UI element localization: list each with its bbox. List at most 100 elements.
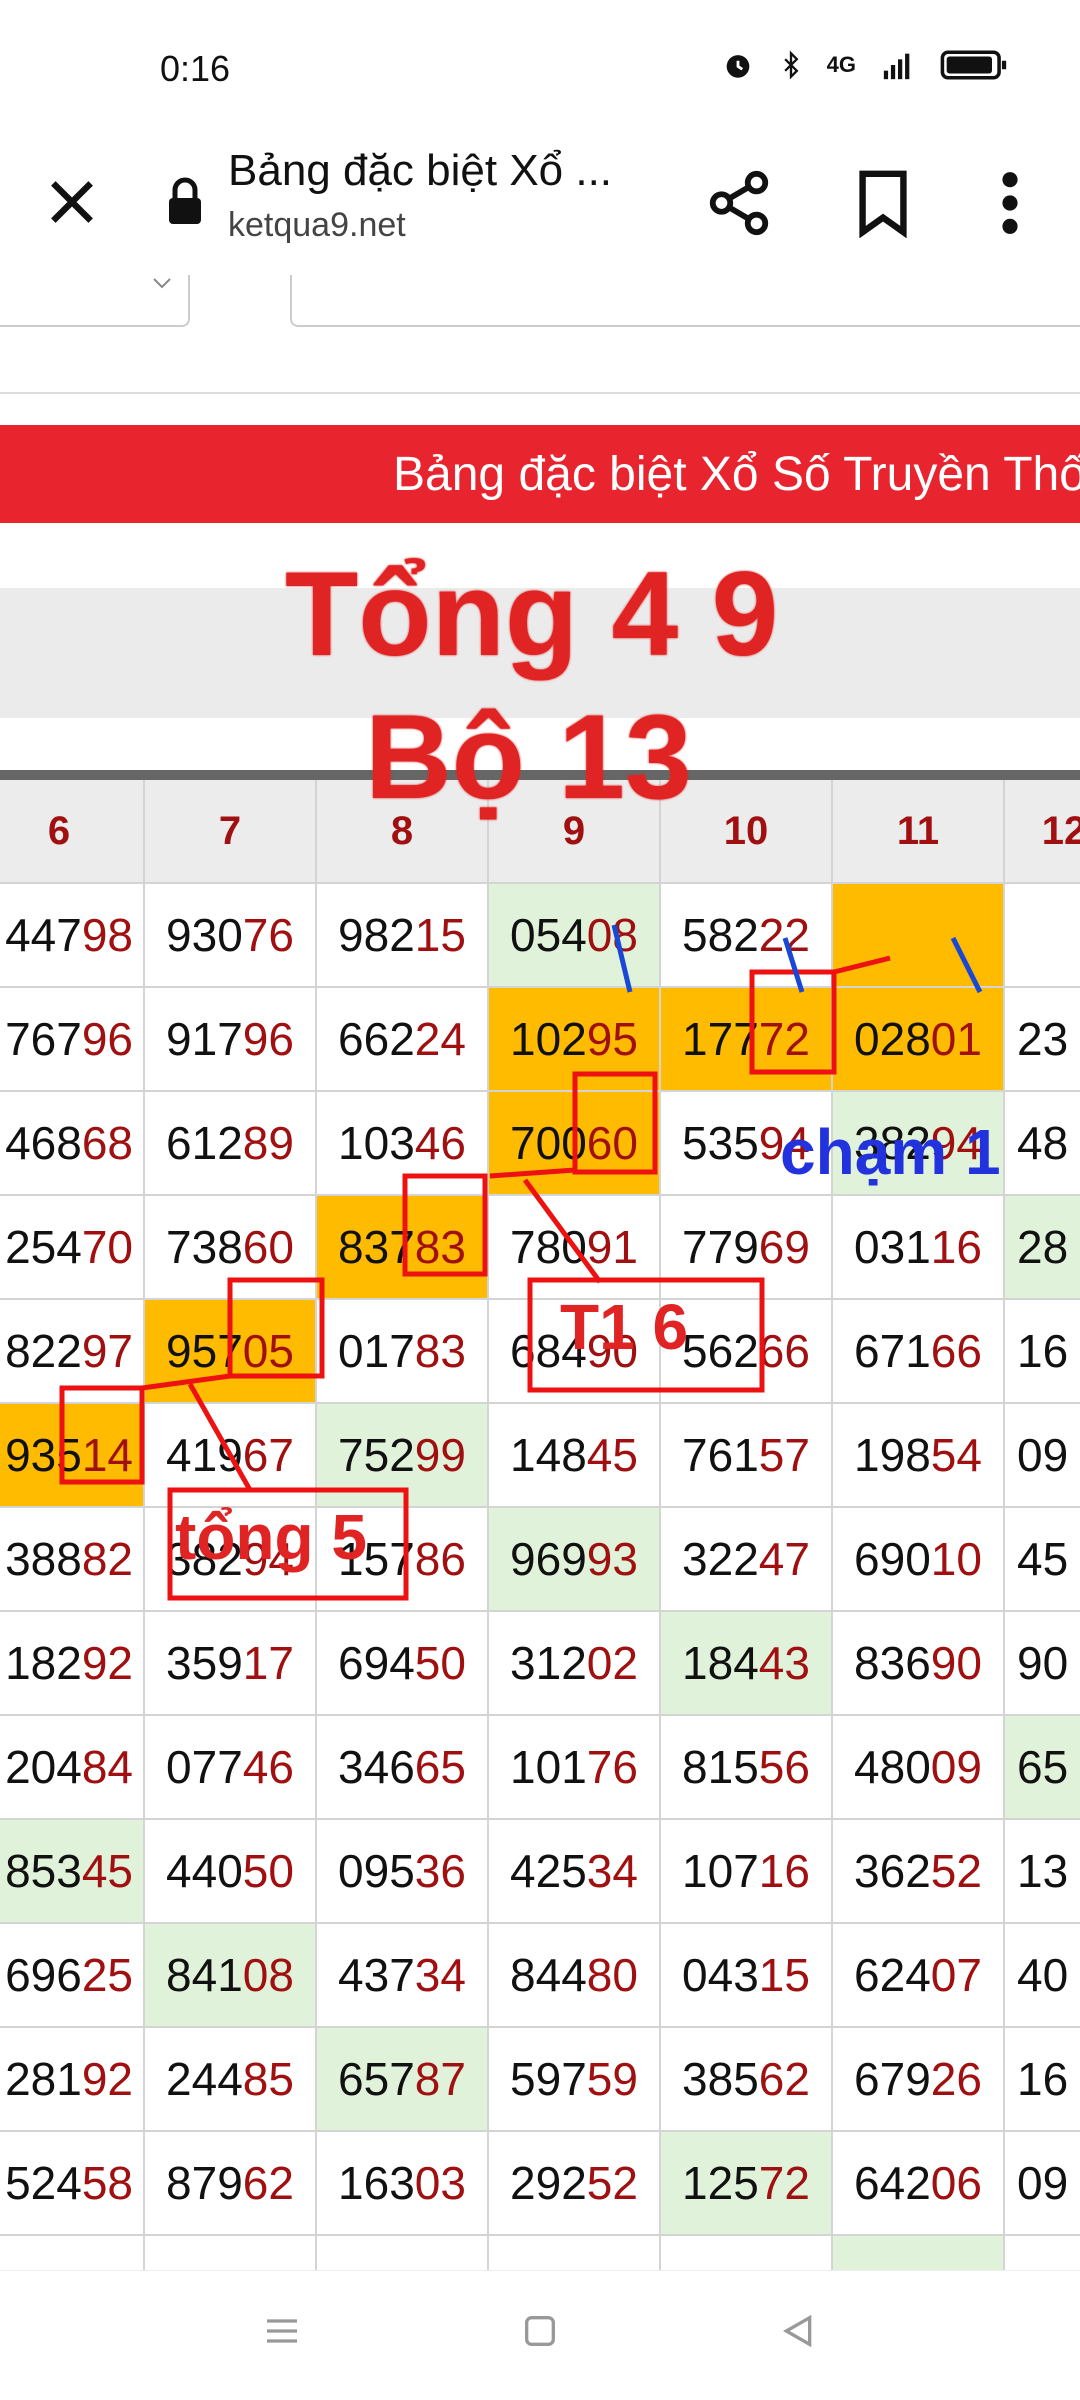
- cell-head-digits: 447: [5, 909, 82, 961]
- table-cell: 198 54: [833, 1404, 1005, 1508]
- lock-icon[interactable]: [165, 175, 205, 229]
- battery-icon: [940, 50, 1007, 80]
- share-icon[interactable]: [704, 168, 774, 238]
- cell-tail-digits: 01: [930, 1013, 982, 1065]
- table-cell: 362 52: [833, 1820, 1005, 1924]
- cell-head-digits: 930: [166, 909, 243, 961]
- cell-tail-digits: 15: [758, 1949, 810, 2001]
- cell-tail-digits: 26: [930, 2053, 982, 2105]
- table-title-banner: Bảng đặc biệt Xổ Số Truyền Thống: [0, 425, 1080, 523]
- bluetooth-icon: [783, 50, 799, 80]
- table-cell: 16: [1005, 1300, 1080, 1404]
- cell-tail-digits: 94: [242, 1533, 294, 1585]
- cell-head-digits: 102: [510, 1013, 587, 1065]
- cell-head-digits: 254: [5, 1221, 82, 1273]
- table-cell: 14: [1005, 2236, 1080, 2270]
- cell-tail-digits: 84: [81, 1741, 133, 1793]
- table-cell: 700 60: [489, 1092, 661, 1196]
- table-cell: 125 72: [661, 2132, 833, 2236]
- cell-tail-digits: 06: [930, 2157, 982, 2209]
- cell-head-digits: 077: [166, 1741, 243, 1793]
- cell-head-digits: 177: [682, 1013, 759, 1065]
- cell-tail-digits: 80: [586, 1949, 638, 2001]
- table-cell: 177 72: [661, 988, 833, 1092]
- table-cell: 836 90: [833, 1612, 1005, 1716]
- cell-head-digits: 028: [854, 1013, 931, 1065]
- cell-tail-digits: 72: [758, 2157, 810, 2209]
- table-cell: 45: [1005, 1508, 1080, 1612]
- table-cell: 385 62: [661, 2028, 833, 2132]
- more-options-icon[interactable]: [990, 168, 1030, 238]
- cell-head-digits: 642: [854, 2157, 931, 2209]
- table-cell: 690 10: [833, 1508, 1005, 1612]
- cell-tail-digits: 45: [586, 1429, 638, 1481]
- table-cell: 767 96: [0, 988, 145, 1092]
- home-icon[interactable]: [520, 2311, 560, 2351]
- cell-head-digits: 043: [682, 1949, 759, 2001]
- table-row: 935 14 419 67 752 99 148 45 761 57 198 54 09: [0, 1404, 1080, 1508]
- cell-head-digits: 836: [854, 1637, 931, 1689]
- cell-tail-digits: 08: [242, 1949, 294, 2001]
- cell-tail-digits: 34: [414, 1949, 466, 2001]
- table-cell: 017 83: [317, 1300, 489, 1404]
- cell-tail-digits: 66: [930, 1325, 982, 1377]
- cell-head-digits: 662: [338, 1013, 415, 1065]
- page-title[interactable]: Bảng đặc biệt Xổ ...: [228, 146, 612, 196]
- cell-tail-digits: 90: [586, 1325, 638, 1377]
- cell-head-digits: 844: [510, 1949, 587, 2001]
- cell-tail-digits: 65: [414, 1741, 466, 1793]
- table-cell: 597 59: [489, 2028, 661, 2132]
- table-cell: 382 94: [145, 1508, 317, 1612]
- table-cell: 917 96: [145, 988, 317, 1092]
- table-cell: 077 46: [145, 1716, 317, 1820]
- cell-head-digits: 125: [682, 2157, 759, 2209]
- cell-head-digits: 184: [682, 1637, 759, 1689]
- table-cell: 841 08: [145, 1924, 317, 2028]
- select-field-right[interactable]: [290, 275, 1080, 327]
- menu-icon[interactable]: [262, 2311, 302, 2351]
- cell-tail-digits: 88: [587, 2260, 638, 2270]
- bookmark-icon[interactable]: [856, 168, 910, 238]
- table-cell: 957 05: [145, 1300, 317, 1404]
- cell-head-digits: 762: [5, 2260, 82, 2270]
- cell-tail-digits: 10: [930, 1533, 982, 1585]
- table-row: 696 25 841 08 437 34 844 80 043 15 624 07 40: [0, 1924, 1080, 2028]
- cell-head-digits: 689: [682, 2260, 759, 2270]
- cell-head-digits: 957: [166, 1325, 243, 1377]
- cell-head-digits: 761: [682, 1429, 759, 1481]
- cell-head-digits: 157: [338, 1533, 415, 1585]
- cell-tail-digits: 86: [414, 1533, 466, 1585]
- cell-head-digits: 107: [682, 1845, 759, 1897]
- cell-tail-digits: 89: [242, 1117, 294, 1169]
- table-cell: 12120: [317, 2236, 489, 2270]
- cell-head-digits: 054: [510, 909, 587, 961]
- cell-tail-digits: 96: [242, 1013, 294, 1065]
- cell-head-digits: 612: [166, 1117, 243, 1169]
- cell-tail-digits: 62: [758, 2053, 810, 2105]
- table-cell: 244 85: [145, 2028, 317, 2132]
- table-cell: 738 60: [145, 1196, 317, 1300]
- cell-tail-digits: 09: [930, 1741, 982, 1793]
- table-cell: 425 34: [489, 1820, 661, 1924]
- table-cell: 19446: [833, 2236, 1005, 2270]
- cell-tail-digits: 60: [242, 1221, 294, 1273]
- cell-tail-digits: 08: [586, 909, 638, 961]
- cell-tail-digits: 36: [414, 1845, 466, 1897]
- cell-tail-digits: 72: [758, 1013, 810, 1065]
- cell-tail-digits: 94: [758, 1117, 810, 1169]
- table-cell: 562 66: [661, 1300, 833, 1404]
- cell-tail-digits: 54: [930, 1429, 982, 1481]
- cell-head-digits: 694: [338, 1637, 415, 1689]
- status-bar: 0:16 4G: [0, 0, 1080, 140]
- close-icon[interactable]: [40, 170, 104, 234]
- cell-tail-digits: 68: [81, 1117, 133, 1169]
- table-row: 281 92 244 85 657 87 597 59 385 62 679 26 16: [0, 2028, 1080, 2132]
- cell-head-digits: 779: [682, 1221, 759, 1273]
- alarm-icon: [726, 55, 749, 78]
- table-cell: 054 08: [489, 884, 661, 988]
- page-url[interactable]: ketqua9.net: [228, 206, 406, 245]
- back-icon[interactable]: [778, 2311, 818, 2351]
- cell-head-digits: 671: [854, 1325, 931, 1377]
- table-cell: 76284: [0, 2236, 145, 2270]
- select-field-left[interactable]: [0, 275, 190, 327]
